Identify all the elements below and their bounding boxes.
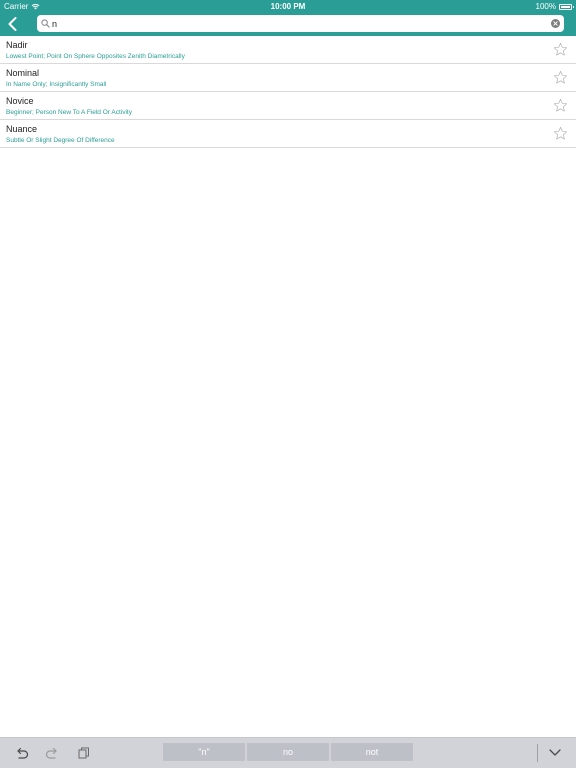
keyboard-divider (537, 744, 538, 762)
back-button[interactable] (4, 15, 20, 33)
word-title: Nominal (6, 68, 40, 78)
list-item[interactable]: Nominal In Name Only; Insignificantly Sm… (0, 64, 576, 92)
word-title: Nadir (6, 40, 28, 50)
star-outline-icon[interactable] (553, 98, 568, 113)
word-title: Novice (6, 96, 34, 106)
word-definition: Beginner; Person New To A Field Or Activ… (6, 109, 132, 116)
battery-icon (559, 3, 574, 10)
undo-icon[interactable] (15, 747, 29, 759)
list-item[interactable]: Nuance Subtle Or Slight Degree Of Differ… (0, 120, 576, 148)
suggestion-not[interactable]: not (331, 743, 413, 761)
suggestion-no[interactable]: no (247, 743, 329, 761)
clear-icon (553, 21, 558, 26)
redo-icon[interactable] (45, 747, 59, 759)
status-bar: Carrier 10:00 PM 100% (0, 0, 576, 12)
word-definition: Lowest Point; Point On Sphere Opposites … (6, 53, 185, 60)
search-box[interactable] (37, 15, 564, 32)
keyboard-shortcut-bar: "n" no not (0, 737, 576, 768)
word-definition: Subtle Or Slight Degree Of Difference (6, 137, 115, 144)
word-definition: In Name Only; Insignificantly Small (6, 81, 107, 88)
chevron-down-icon[interactable] (549, 748, 561, 757)
app-screen: Carrier 10:00 PM 100% n Nadir Lowest Poi… (0, 0, 576, 768)
battery-level-fill (561, 5, 570, 8)
search-icon (41, 19, 50, 28)
star-outline-icon[interactable] (553, 70, 568, 85)
star-outline-icon[interactable] (553, 126, 568, 141)
result-list: Nadir Lowest Point; Point On Sphere Oppo… (0, 36, 576, 148)
battery-percent: 100% (535, 2, 556, 11)
clear-search-button[interactable] (551, 19, 560, 28)
paste-icon[interactable] (77, 747, 91, 759)
list-item[interactable]: Nadir Lowest Point; Point On Sphere Oppo… (0, 36, 576, 64)
status-time: 10:00 PM (270, 2, 306, 11)
header-bar: Carrier 10:00 PM 100% (0, 0, 576, 36)
word-title: Nuance (6, 124, 38, 134)
search-input[interactable] (52, 15, 532, 32)
list-item[interactable]: Novice Beginner; Person New To A Field O… (0, 92, 576, 120)
star-outline-icon[interactable] (553, 42, 568, 57)
chevron-left-icon (8, 17, 16, 31)
suggestion-quoted[interactable]: "n" (163, 743, 245, 761)
battery-info: 100% (535, 2, 574, 11)
